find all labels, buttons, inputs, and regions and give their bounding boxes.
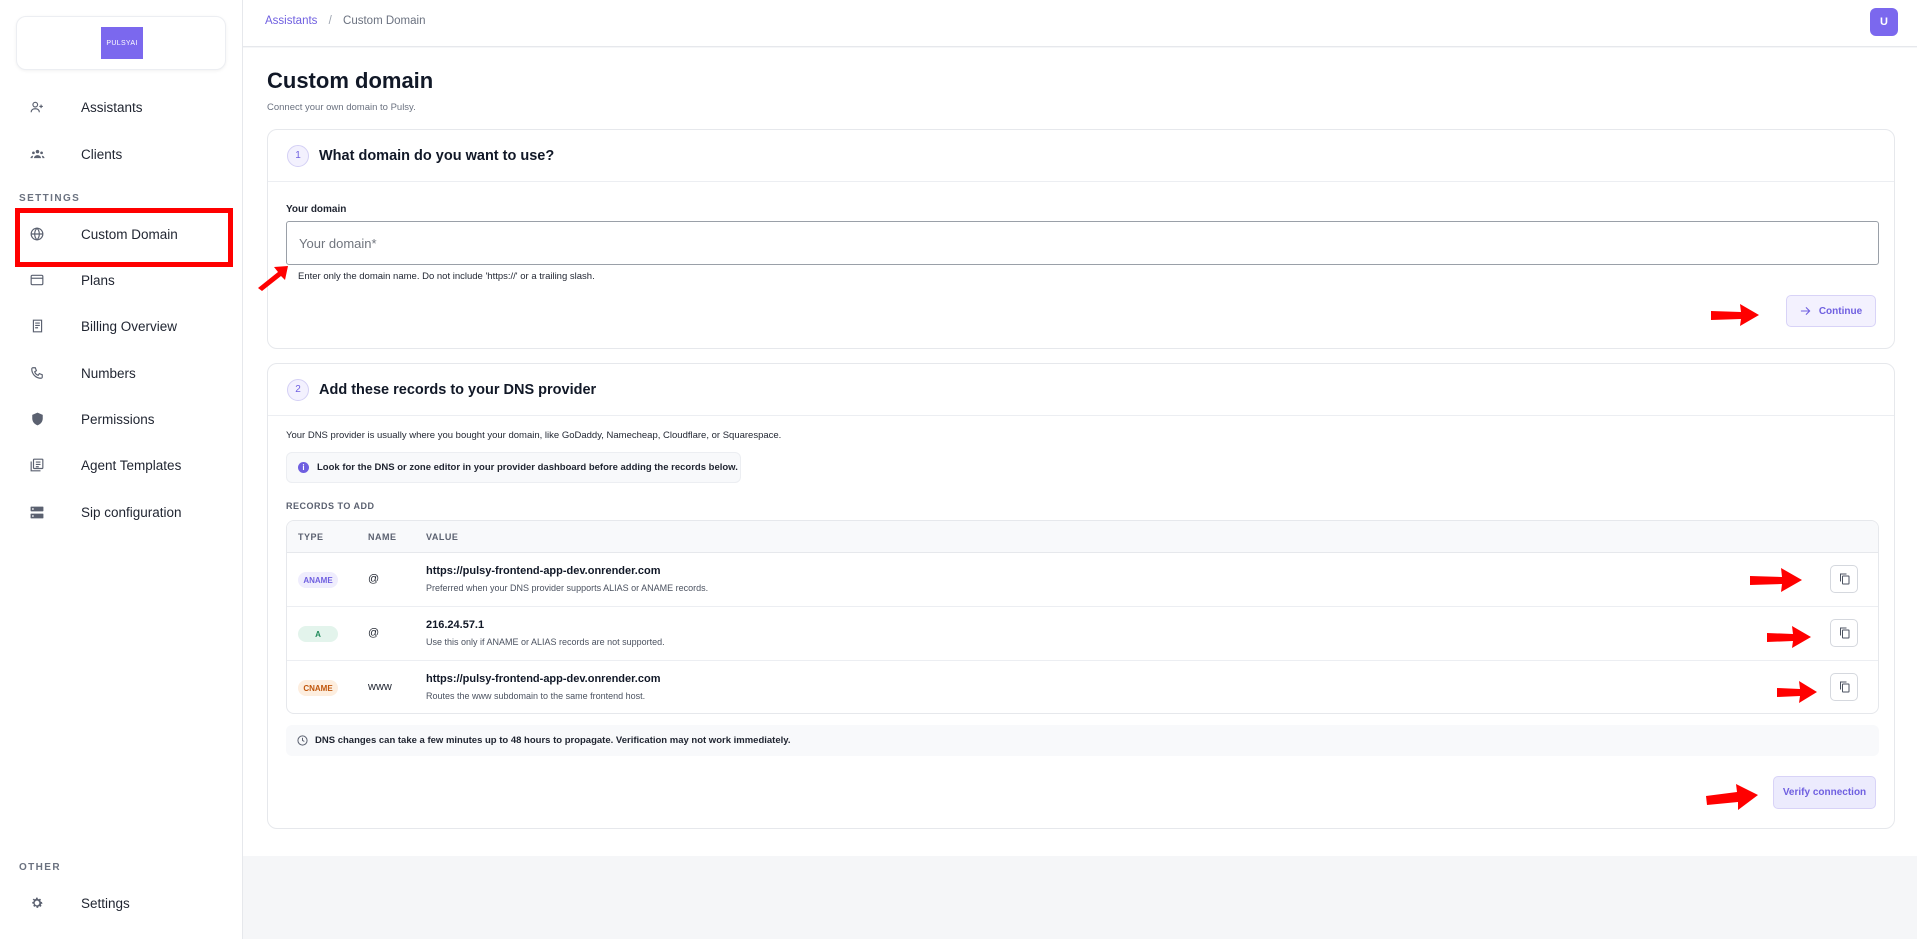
copy-icon <box>1839 573 1849 585</box>
copy-button[interactable] <box>1830 673 1858 701</box>
info-icon: i <box>298 462 309 473</box>
clock-icon <box>297 735 308 746</box>
sidebar-item-label: Clients <box>81 146 123 162</box>
record-note: Routes the www subdomain to the same fro… <box>426 691 646 701</box>
receipt-icon <box>28 317 46 335</box>
sidebar-item-label: Permissions <box>81 411 155 427</box>
copy-icon <box>1839 681 1849 693</box>
sidebar-item-label: Sip configuration <box>81 504 182 520</box>
library-icon <box>28 456 46 474</box>
copy-button[interactable] <box>1830 565 1858 593</box>
record-note: Use this only if ANAME or ALIAS records … <box>426 637 665 647</box>
column-name: NAME <box>368 532 397 542</box>
breadcrumb-current: Custom Domain <box>343 15 426 27</box>
record-type-badge: A <box>298 626 338 642</box>
annotation-arrow-icon <box>258 266 288 291</box>
column-value: VALUE <box>426 532 459 542</box>
person-add-icon <box>28 98 46 116</box>
sidebar-item-assistants[interactable]: Assistants <box>16 87 230 127</box>
domain-input[interactable] <box>286 221 1879 265</box>
record-note: Preferred when your DNS provider support… <box>426 583 709 593</box>
domain-card: 1 What domain do you want to use? Your d… <box>267 129 1895 349</box>
logo-card[interactable]: PULSYAI <box>16 16 226 70</box>
record-value: https://pulsy-frontend-app-dev.onrender.… <box>426 673 661 685</box>
record-name: www <box>368 681 392 693</box>
step-number: 1 <box>287 144 309 167</box>
table-row: ANAME @ https://pulsy-frontend-app-dev.o… <box>287 553 1878 607</box>
record-value: 216.24.57.1 <box>426 619 485 631</box>
verify-connection-button[interactable]: Verify connection <box>1773 776 1876 809</box>
sidebar-item-label: Billing Overview <box>81 318 178 334</box>
server-icon <box>28 503 46 521</box>
breadcrumb-link-assistants[interactable]: Assistants <box>265 15 317 27</box>
annotation-arrow-icon <box>1750 568 1802 592</box>
sidebar-item-billing-overview[interactable]: Billing Overview <box>16 306 230 346</box>
brand-logo: PULSYAI <box>101 27 143 59</box>
other-section-label: OTHER <box>19 862 61 873</box>
propagation-note-text: DNS changes can take a few minutes up to… <box>315 735 791 746</box>
dns-info-callout: i Look for the DNS or zone editor in you… <box>286 452 741 483</box>
domain-card-title: What domain do you want to use? <box>319 147 555 164</box>
sidebar-item-clients[interactable]: Clients <box>16 134 230 174</box>
domain-card-header: 1 What domain do you want to use? <box>268 130 1894 182</box>
sidebar: PULSYAI Assistants Clients SETTINGS Cust… <box>0 0 243 939</box>
page-title: Custom domain <box>267 68 434 93</box>
main-content: Custom domain Connect your own domain to… <box>243 48 1917 856</box>
annotation-arrow-icon <box>1777 681 1817 703</box>
continue-button[interactable]: Continue <box>1786 295 1876 327</box>
sidebar-item-label: Plans <box>81 272 115 288</box>
record-name: @ <box>368 627 380 639</box>
dns-card: 2 Add these records to your DNS provider… <box>267 363 1895 829</box>
sidebar-item-label: Numbers <box>81 365 136 381</box>
dns-card-header: 2 Add these records to your DNS provider <box>268 364 1894 416</box>
annotation-highlight-box <box>15 208 233 267</box>
settings-section-label: SETTINGS <box>19 193 81 204</box>
sidebar-item-label: Agent Templates <box>81 457 182 473</box>
domain-field-label: Your domain <box>286 204 347 215</box>
annotation-arrow-icon <box>1711 304 1759 326</box>
annotation-arrow-icon <box>1706 784 1758 810</box>
topbar: Assistants / Custom Domain U <box>243 0 1917 47</box>
table-header: TYPE NAME VALUE <box>287 521 1878 553</box>
dns-records-table: TYPE NAME VALUE ANAME @ https://pulsy-fr… <box>286 520 1879 714</box>
dns-card-title: Add these records to your DNS provider <box>319 381 597 398</box>
phone-icon <box>28 364 46 382</box>
shield-icon <box>28 410 46 428</box>
sidebar-item-label: Settings <box>81 895 130 911</box>
record-value: https://pulsy-frontend-app-dev.onrender.… <box>426 565 661 577</box>
step-number: 2 <box>287 378 309 401</box>
breadcrumb: Assistants / Custom Domain <box>265 15 425 27</box>
sidebar-item-label: Assistants <box>81 99 143 115</box>
record-type-badge: CNAME <box>298 680 338 696</box>
sidebar-item-sip-configuration[interactable]: Sip configuration <box>16 492 230 532</box>
table-row: A @ 216.24.57.1 Use this only if ANAME o… <box>287 607 1878 661</box>
propagation-note: DNS changes can take a few minutes up to… <box>286 725 1879 756</box>
sidebar-item-numbers[interactable]: Numbers <box>16 353 230 393</box>
annotation-arrow-icon <box>1767 626 1811 648</box>
record-name: @ <box>368 573 380 585</box>
user-avatar[interactable]: U <box>1870 8 1898 36</box>
dns-intro-text: Your DNS provider is usually where you b… <box>286 430 782 441</box>
sidebar-item-permissions[interactable]: Permissions <box>16 399 230 439</box>
copy-icon <box>1839 627 1849 639</box>
copy-button[interactable] <box>1830 619 1858 647</box>
domain-helper-text: Enter only the domain name. Do not inclu… <box>298 271 595 282</box>
records-label: RECORDS TO ADD <box>286 501 375 511</box>
sidebar-item-settings[interactable]: Settings <box>16 883 230 923</box>
column-type: TYPE <box>298 532 324 542</box>
breadcrumb-separator: / <box>328 15 332 27</box>
group-icon <box>28 145 46 163</box>
page-subtitle: Connect your own domain to Pulsy. <box>267 102 416 113</box>
sidebar-item-agent-templates[interactable]: Agent Templates <box>16 445 230 485</box>
record-type-badge: ANAME <box>298 572 338 588</box>
gear-icon <box>28 894 46 912</box>
dns-info-text: Look for the DNS or zone editor in your … <box>317 462 738 473</box>
table-row: CNAME www https://pulsy-frontend-app-dev… <box>287 661 1878 713</box>
continue-button-label: Continue <box>1818 305 1863 317</box>
credit-card-icon <box>28 271 46 289</box>
arrow-right-icon <box>1800 306 1811 316</box>
